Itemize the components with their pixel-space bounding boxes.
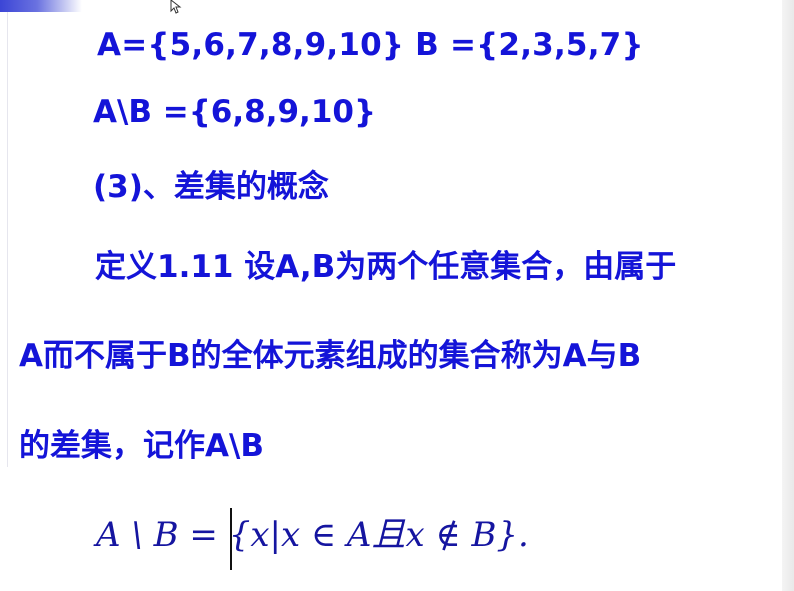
right-edge-strip bbox=[782, 0, 794, 591]
definition-line-2: A而不属于B的全体元素组成的集合称为A与B bbox=[19, 338, 642, 374]
difference-result-line: A\B ={6,8,9,10} bbox=[93, 94, 377, 130]
slide: A={5,6,7,8,9,10} B ={2,3,5,7} A\B ={6,8,… bbox=[0, 0, 794, 591]
text-cursor-bar bbox=[230, 508, 232, 570]
corner-accent-bar bbox=[0, 0, 82, 12]
sets-example-line: A={5,6,7,8,9,10} B ={2,3,5,7} bbox=[97, 27, 644, 63]
left-divider bbox=[7, 12, 8, 467]
set-difference-formula: A \ B = {x|x ∈ A且x ∉ B}. bbox=[96, 515, 529, 555]
definition-line-3: 的差集，记作A\B bbox=[19, 428, 264, 464]
mouse-pointer-icon bbox=[170, 0, 182, 14]
definition-line-1: 定义1.11 设A,B为两个任意集合，由属于 bbox=[95, 249, 677, 285]
section-heading: (3)、差集的概念 bbox=[93, 169, 329, 205]
